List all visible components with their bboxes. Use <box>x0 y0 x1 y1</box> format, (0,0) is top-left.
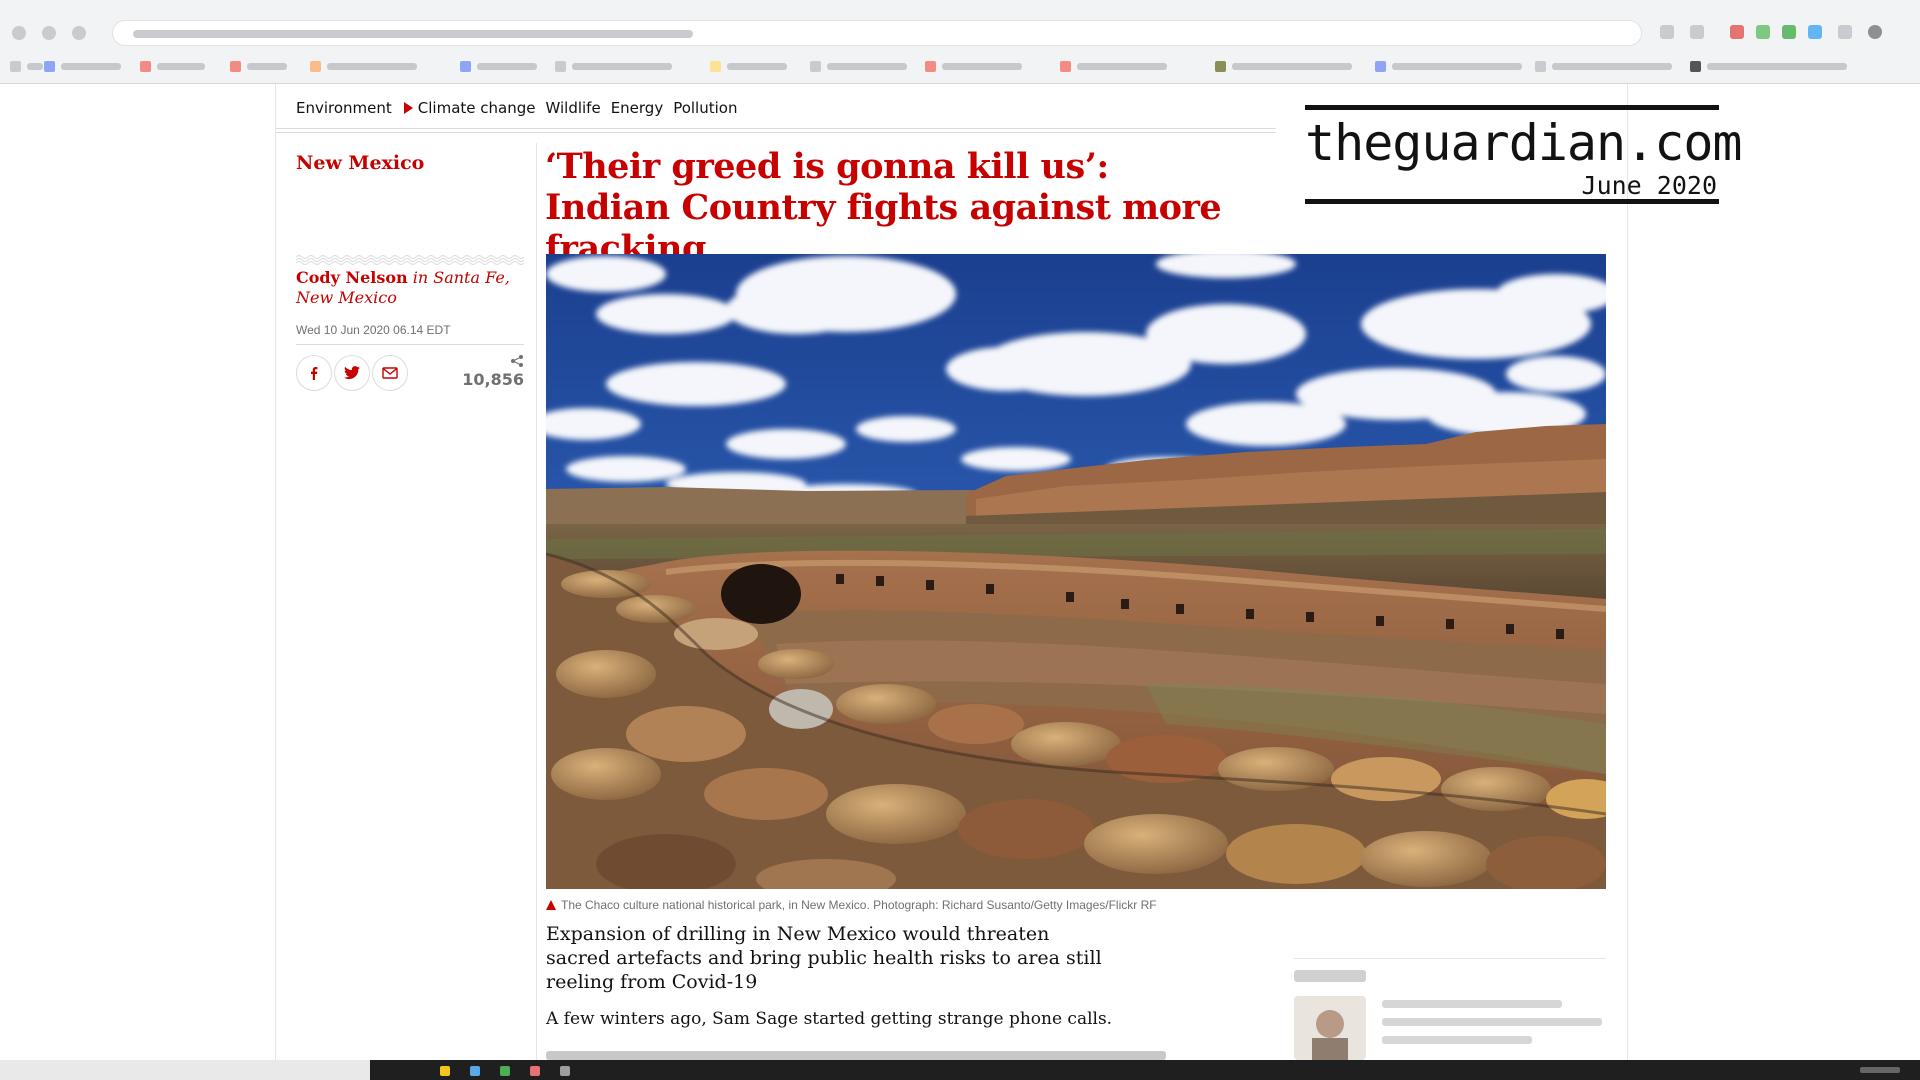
subnav-pollution[interactable]: Pollution <box>673 99 737 117</box>
triangle-icon <box>546 900 556 910</box>
bookmark-item[interactable] <box>44 60 121 72</box>
meta-divider <box>296 344 524 345</box>
article-body-paragraph-cutoff <box>546 1048 1166 1060</box>
image-caption: The Chaco culture national historical pa… <box>546 898 1157 912</box>
twitter-icon <box>344 366 360 380</box>
bookmark-item[interactable] <box>710 60 787 72</box>
bookmark-item[interactable] <box>310 60 417 72</box>
author-link[interactable]: Cody Nelson <box>296 268 408 287</box>
os-taskbar <box>0 1060 1920 1080</box>
forward-icon[interactable] <box>42 26 56 40</box>
article-headline: ‘Their greed is gonna kill us’: Indian C… <box>545 146 1222 269</box>
caption-text: The Chaco culture national historical pa… <box>561 898 1157 912</box>
bookmark-item[interactable] <box>230 60 287 72</box>
subnav-environment[interactable]: Environment <box>296 99 392 117</box>
canyon-ruins-photo <box>546 254 1606 889</box>
subnav-energy[interactable]: Energy <box>611 99 664 117</box>
extension-icon[interactable] <box>1782 25 1796 39</box>
taskbar-clock <box>1860 1067 1900 1073</box>
profile-avatar[interactable] <box>1868 25 1882 39</box>
taskbar-app-icon[interactable] <box>470 1066 480 1076</box>
active-arrow-icon <box>403 102 413 114</box>
byline: Cody Nelson in Santa Fe, New Mexico <box>296 268 526 308</box>
bookmark-item[interactable] <box>1060 60 1167 72</box>
subnav-wildlife[interactable]: Wildlife <box>545 99 600 117</box>
subnav-climate-change[interactable]: Climate change <box>418 99 536 117</box>
most-viewed-thumbnail[interactable] <box>1294 996 1366 1060</box>
bookmark-item[interactable] <box>1690 60 1847 72</box>
share-count: 10,856 <box>462 370 524 389</box>
bookmark-item[interactable] <box>1215 60 1352 72</box>
share-facebook-button[interactable] <box>296 355 332 391</box>
bookmark-item[interactable] <box>460 60 537 72</box>
publish-date: Wed 10 Jun 2020 06.14 EDT <box>296 323 451 337</box>
taskbar-app-icon[interactable] <box>530 1066 540 1076</box>
back-icon[interactable] <box>12 26 26 40</box>
bookmarks-bar <box>0 54 1920 78</box>
rail-divider <box>1294 958 1606 959</box>
facebook-icon <box>311 367 318 380</box>
share-twitter-button[interactable] <box>334 355 370 391</box>
most-viewed-heading <box>1294 970 1366 982</box>
browser-chrome <box>0 0 1920 84</box>
most-viewed-line[interactable] <box>1382 1036 1532 1044</box>
bookmark-item[interactable] <box>10 60 43 72</box>
extension-icon[interactable] <box>1660 25 1674 39</box>
taskbar-search[interactable] <box>0 1060 370 1080</box>
section-label[interactable]: New Mexico <box>296 152 424 174</box>
bookmark-item[interactable] <box>925 60 1022 72</box>
subnav-divider <box>276 128 1276 133</box>
extension-icon[interactable] <box>1690 25 1704 39</box>
taskbar-app-icon[interactable] <box>500 1066 510 1076</box>
section-subnav: Environment Climate change Wildlife Ener… <box>296 98 747 118</box>
brand-date: June 2020 <box>1581 171 1717 200</box>
most-viewed-line[interactable] <box>1382 1018 1602 1026</box>
extension-icon[interactable] <box>1730 25 1744 39</box>
most-viewed-line[interactable] <box>1382 1000 1562 1008</box>
bookmark-item[interactable] <box>1535 60 1672 72</box>
brand-overlay: theguardian.com June 2020 <box>1305 105 1743 204</box>
brand-name: theguardian.com <box>1305 114 1743 172</box>
bookmark-item[interactable] <box>555 60 672 72</box>
reload-icon[interactable] <box>72 26 86 40</box>
share-email-button[interactable] <box>372 355 408 391</box>
hero-image <box>546 254 1606 889</box>
bookmark-item[interactable] <box>1375 60 1522 72</box>
article-body-paragraph: A few winters ago, Sam Sage started gett… <box>546 1009 1113 1029</box>
extension-icon[interactable] <box>1808 25 1822 39</box>
email-icon <box>382 367 398 379</box>
taskbar-app-icon[interactable] <box>440 1066 450 1076</box>
share-icon <box>511 355 523 367</box>
bookmark-item[interactable] <box>140 60 205 72</box>
taskbar-app-icon[interactable] <box>560 1066 570 1076</box>
column-divider <box>536 143 537 1060</box>
extension-icon[interactable] <box>1838 25 1852 39</box>
wavy-divider <box>296 255 524 265</box>
bookmark-item[interactable] <box>810 60 907 72</box>
extension-icon[interactable] <box>1756 25 1770 39</box>
article-standfirst: Expansion of drilling in New Mexico woul… <box>546 923 1102 993</box>
thumbnail-image <box>1312 1010 1348 1060</box>
address-bar[interactable] <box>112 20 1642 46</box>
